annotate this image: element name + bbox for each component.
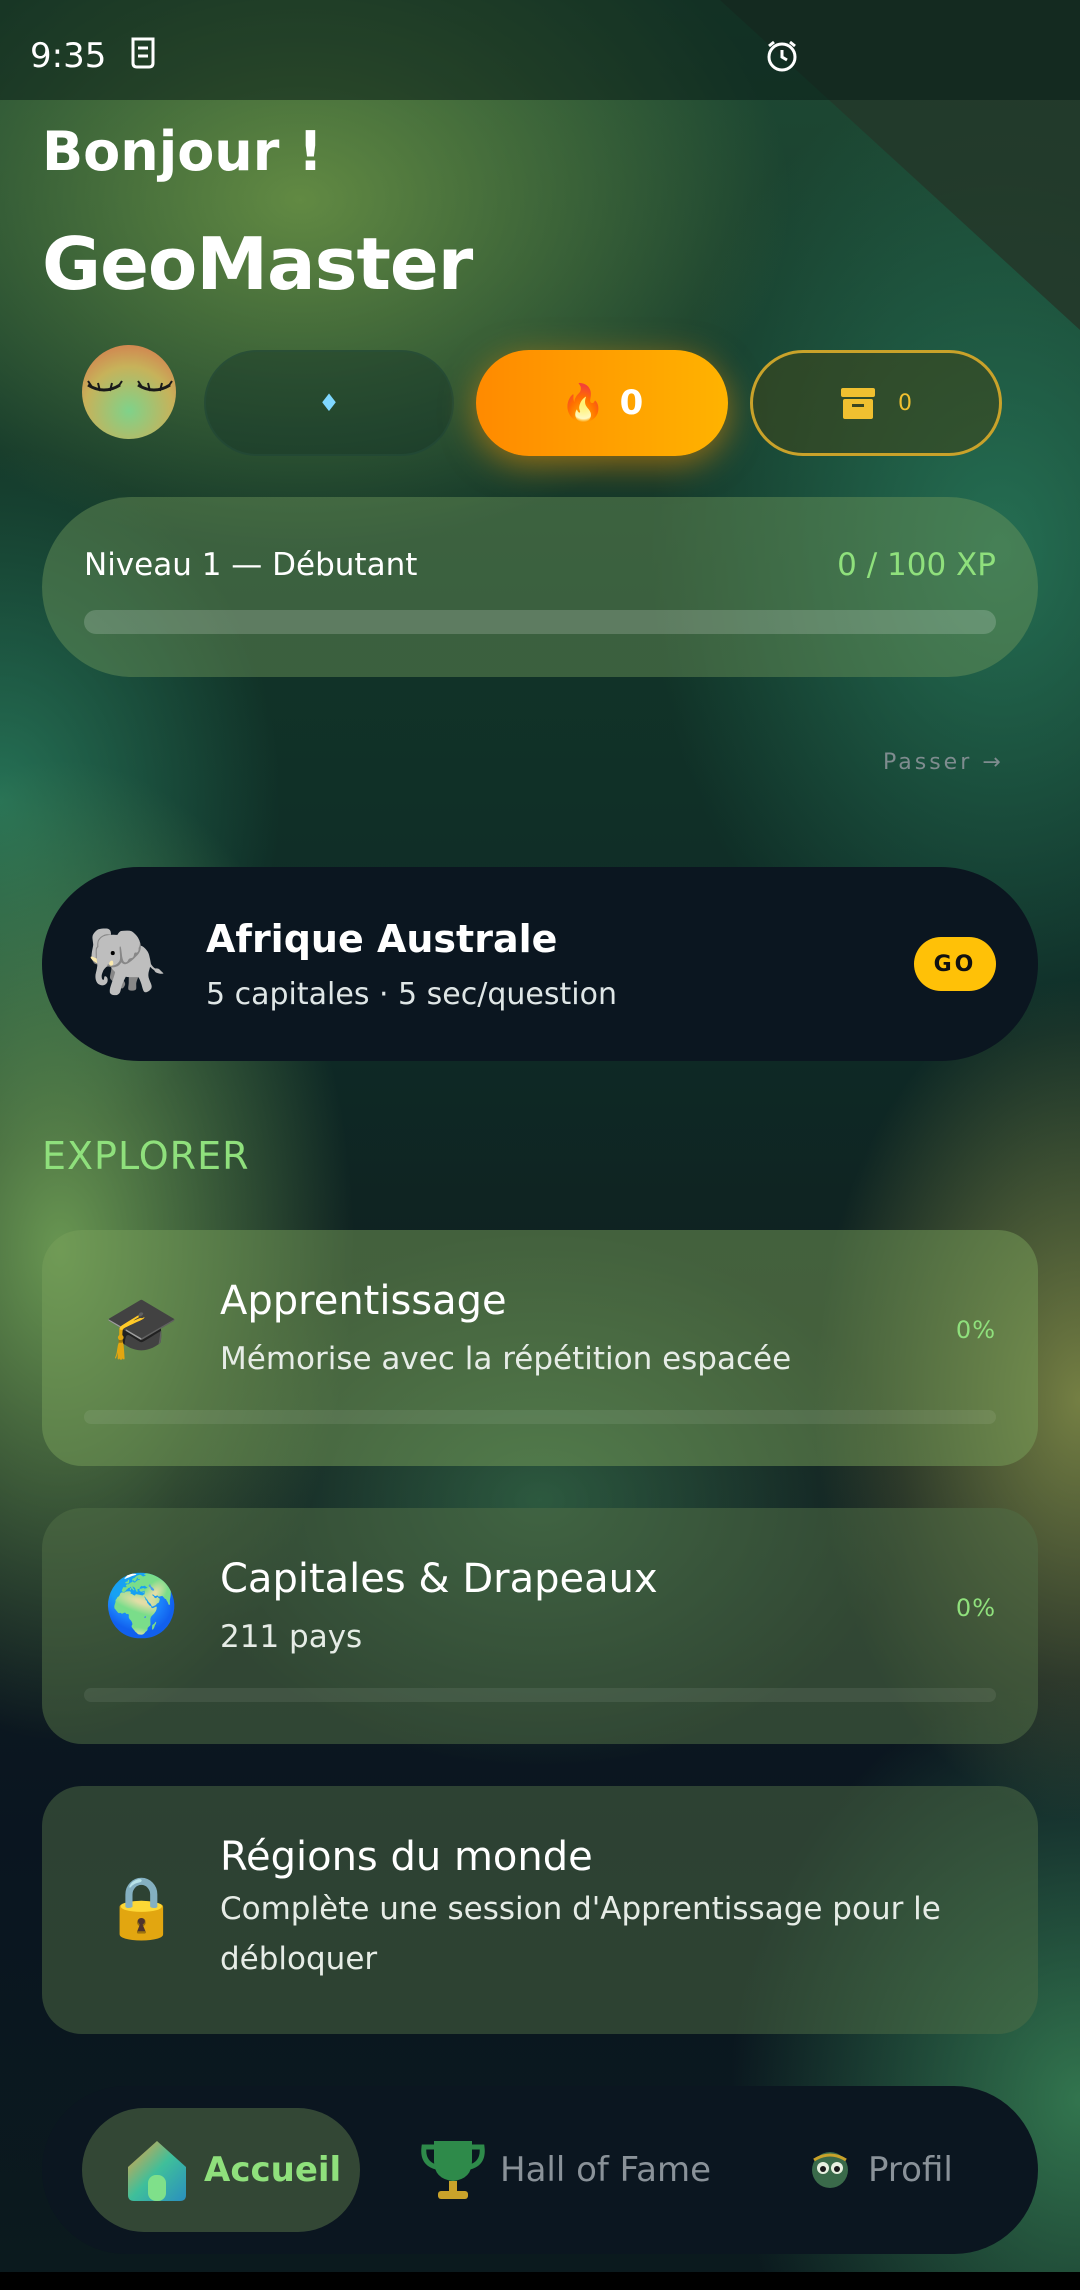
- elephant-icon: 🐘: [86, 923, 169, 1000]
- nav-item-hall-of-fame[interactable]: Hall of Fame: [418, 2108, 718, 2232]
- mode-percent: 0%: [955, 1316, 996, 1344]
- chest-icon: [841, 388, 875, 419]
- level-progress-bar: [84, 610, 996, 634]
- mode-title: Capitales & Drapeaux: [220, 1556, 658, 1602]
- skip-button[interactable]: Passer →: [883, 750, 1004, 775]
- mode-card-regions-locked[interactable]: 🔒 Régions du monde Complète une session …: [42, 1786, 1038, 2034]
- mode-subtitle: Complète une session d'Apprentissage pou…: [220, 1891, 941, 1977]
- greeting: Bonjour !: [42, 120, 323, 183]
- streak-value: 0: [619, 383, 644, 423]
- level-xp: 0 / 100 XP: [837, 547, 996, 583]
- username: GeoMaster: [42, 222, 473, 306]
- mode-subtitle: Mémorise avec la répétition espacée: [220, 1341, 792, 1377]
- daily-challenge-subtitle: 5 capitales · 5 sec/question: [206, 977, 617, 1012]
- gems-counter[interactable]: ♦: [204, 350, 454, 456]
- sim-icon: [131, 37, 155, 69]
- mode-card-capitales[interactable]: 🌍 Capitales & Drapeaux 211 pays 0%: [42, 1508, 1038, 1744]
- gem-icon: ♦: [318, 389, 340, 417]
- lock-icon: 🔒: [104, 1873, 179, 1943]
- status-time: 9:35: [30, 36, 107, 76]
- mode-subtitle: 211 pays: [220, 1619, 363, 1655]
- mode-progress-bar: [84, 1688, 996, 1702]
- mode-title: Apprentissage: [220, 1278, 507, 1324]
- nav-item-accueil[interactable]: Accueil: [82, 2108, 360, 2232]
- mode-percent: 0%: [955, 1594, 996, 1622]
- nav-label-hall-of-fame: Hall of Fame: [500, 2150, 711, 2190]
- daily-challenge-card[interactable]: 🐘 Afrique Australe 5 capitales · 5 sec/q…: [42, 867, 1038, 1061]
- go-button[interactable]: GO: [914, 937, 996, 991]
- avatar-face-icon: [87, 380, 173, 392]
- mode-progress-bar: [84, 1410, 996, 1424]
- globe-icon: 🌍: [104, 1571, 179, 1641]
- level-card: Niveau 1 — Débutant 0 / 100 XP: [42, 497, 1038, 677]
- alarm-icon: [767, 40, 797, 72]
- nav-item-profil[interactable]: Profil: [804, 2108, 1004, 2232]
- fire-icon: 🔥: [560, 383, 606, 424]
- mode-title: Régions du monde: [220, 1834, 593, 1880]
- trophy-icon: [421, 2141, 485, 2199]
- chest-value: 0: [898, 390, 912, 416]
- bottom-nav: Accueil Hall of Fame Profil: [42, 2086, 1038, 2254]
- home-icon: [128, 2141, 186, 2201]
- nav-label-accueil: Accueil: [204, 2150, 342, 2190]
- nav-label-profil: Profil: [868, 2150, 953, 2190]
- graduation-cap-icon: 🎓: [104, 1293, 179, 1363]
- status-bar: 9:35: [0, 0, 1080, 100]
- chest-counter[interactable]: 0: [750, 350, 1002, 456]
- streak-counter[interactable]: 🔥 0: [476, 350, 728, 456]
- system-nav-bar: [0, 2272, 1080, 2290]
- avatar[interactable]: [82, 345, 176, 439]
- mode-card-apprentissage[interactable]: 🎓 Apprentissage Mémorise avec la répétit…: [42, 1230, 1038, 1466]
- section-title-explorer: EXPLORER: [42, 1134, 250, 1178]
- profile-icon: [812, 2152, 848, 2188]
- daily-challenge-title: Afrique Australe: [206, 917, 558, 961]
- level-label: Niveau 1 — Débutant: [84, 547, 418, 583]
